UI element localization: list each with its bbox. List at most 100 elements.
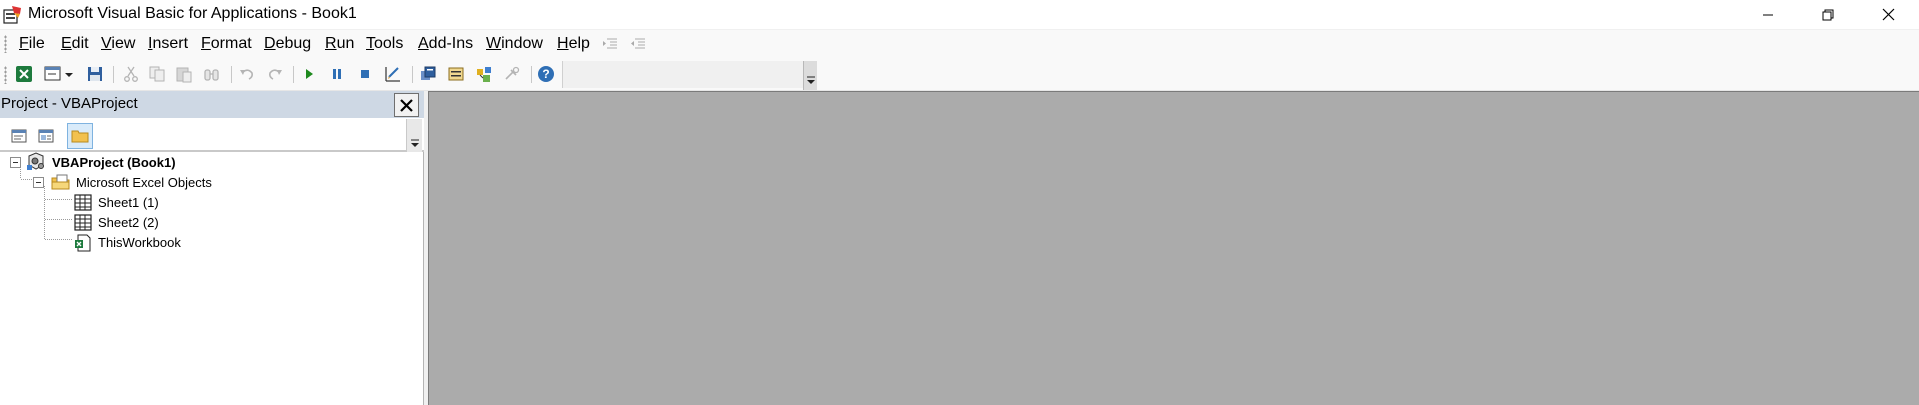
menu-file[interactable]: File	[19, 35, 45, 53]
code-window-area[interactable]	[428, 91, 1919, 405]
view-object-icon	[38, 129, 54, 143]
folder-icon	[71, 130, 89, 143]
project-panel-close-button[interactable]	[394, 93, 419, 117]
toolbar-separator	[293, 66, 294, 83]
vba-app-icon	[3, 6, 21, 24]
menu-add-ins-accel: A	[418, 35, 429, 52]
menu-edit-text: dit	[71, 35, 89, 52]
menu-format[interactable]: Format	[201, 35, 252, 53]
standard-toolbar: ?	[0, 58, 1919, 91]
collapse-toggle[interactable]	[33, 177, 44, 188]
menu-help[interactable]: Help	[557, 35, 590, 53]
menu-file-accel: F	[19, 35, 29, 52]
toolbar-separator	[113, 66, 114, 83]
tree-node-excel-objects[interactable]: Microsoft Excel Objects	[0, 174, 400, 192]
menu-file-text: ile	[28, 35, 45, 52]
minimize-icon	[1763, 14, 1773, 15]
menu-debug[interactable]: Debug	[264, 35, 311, 53]
redo-icon[interactable]	[266, 65, 284, 83]
view-excel-icon[interactable]	[15, 65, 33, 83]
project-panel-toolbar	[0, 118, 424, 152]
workbook-icon	[75, 234, 91, 252]
project-explorer-panel: Project - VBAProject VBAProject (Book1) …	[0, 91, 424, 405]
toolbar-options-arrow-icon	[807, 76, 815, 84]
menu-view-text: iew	[111, 35, 136, 52]
tree-node-sheet1[interactable]: Sheet1 (1)	[0, 194, 400, 212]
toolbar-separator	[231, 66, 232, 83]
restore-icon	[1822, 9, 1834, 20]
menu-add-ins[interactable]: Add-Ins	[418, 35, 473, 53]
tree-label: Sheet1 (1)	[98, 195, 159, 210]
help-icon[interactable]: ?	[537, 65, 555, 83]
view-code-button[interactable]	[6, 123, 32, 149]
copy-icon[interactable]	[148, 65, 166, 83]
design-mode-icon[interactable]	[384, 65, 402, 83]
toolbar-status-box	[562, 61, 807, 88]
worksheet-icon	[74, 194, 92, 211]
tree-node-thisworkbook[interactable]: ThisWorkbook	[0, 234, 400, 252]
cut-icon[interactable]	[122, 65, 140, 83]
project-panel-header: Project - VBAProject	[0, 91, 424, 118]
minimize-button[interactable]	[1742, 0, 1794, 29]
menu-view[interactable]: View	[101, 35, 135, 53]
menu-add-ins-text: dd-Ins	[428, 35, 474, 52]
menu-run[interactable]: Run	[325, 35, 354, 53]
menu-help-accel: H	[557, 35, 569, 52]
project-explorer-icon[interactable]	[419, 65, 437, 83]
collapse-toggle[interactable]	[10, 157, 21, 168]
tree-label: VBAProject (Book1)	[52, 155, 176, 170]
insert-userform-icon[interactable]	[44, 65, 62, 83]
tree-node-vbaproject[interactable]: VBAProject (Book1)	[0, 152, 400, 172]
menu-grip[interactable]	[4, 35, 7, 53]
view-object-button[interactable]	[33, 123, 59, 149]
toggle-folders-button[interactable]	[67, 123, 93, 149]
save-icon[interactable]	[86, 65, 104, 83]
menu-window-text: indow	[501, 35, 543, 52]
undo-icon[interactable]	[238, 65, 256, 83]
menu-bar: File Edit View Insert Format Debug Run T…	[0, 29, 1919, 58]
close-window-button[interactable]	[1862, 0, 1914, 29]
object-browser-icon[interactable]	[475, 65, 493, 83]
view-code-icon	[11, 129, 27, 143]
menu-insert[interactable]: Insert	[148, 35, 188, 53]
toolbar-separator	[412, 66, 413, 83]
restore-button[interactable]	[1802, 0, 1854, 29]
vbaproject-icon	[27, 152, 44, 170]
find-icon[interactable]	[203, 65, 221, 83]
indent-icon[interactable]	[602, 36, 618, 52]
reset-icon[interactable]	[356, 65, 374, 83]
paste-icon[interactable]	[175, 65, 193, 83]
menu-debug-text: ebug	[275, 35, 312, 52]
toolbar-grip[interactable]	[4, 66, 7, 84]
menu-window[interactable]: Window	[486, 35, 543, 53]
close-icon	[1882, 8, 1894, 21]
close-icon	[400, 98, 413, 112]
chevron-down-icon	[411, 139, 419, 147]
menu-debug-accel: D	[264, 35, 276, 52]
tree-label: ThisWorkbook	[98, 235, 181, 250]
project-toolbar-overflow-button[interactable]	[406, 119, 422, 152]
menu-run-text: un	[336, 35, 355, 52]
tree-label: Microsoft Excel Objects	[76, 175, 212, 190]
project-panel-title: Project - VBAProject	[1, 95, 138, 112]
outdent-icon[interactable]	[630, 36, 646, 52]
project-tree: VBAProject (Book1) Microsoft Excel Objec…	[0, 152, 424, 405]
tree-label: Sheet2 (2)	[98, 215, 159, 230]
tree-node-sheet2[interactable]: Sheet2 (2)	[0, 214, 400, 232]
run-icon[interactable]	[300, 65, 318, 83]
insert-dropdown-arrow-icon[interactable]	[64, 65, 74, 83]
break-icon[interactable]	[328, 65, 346, 83]
toolbox-icon[interactable]	[503, 65, 521, 83]
toolbar-separator	[531, 66, 532, 83]
menu-edit[interactable]: Edit	[61, 35, 89, 53]
menu-format-accel: F	[201, 35, 211, 52]
worksheet-icon	[74, 214, 92, 231]
menu-format-text: ormat	[210, 35, 252, 52]
menu-window-accel: W	[486, 35, 502, 52]
toolbar-options-button[interactable]	[803, 61, 817, 90]
menu-tools-accel: T	[366, 35, 374, 52]
menu-tools[interactable]: Tools	[366, 35, 403, 53]
svg-text:?: ?	[542, 67, 549, 81]
menu-tools-text: ools	[374, 35, 404, 52]
properties-window-icon[interactable]	[447, 65, 465, 83]
